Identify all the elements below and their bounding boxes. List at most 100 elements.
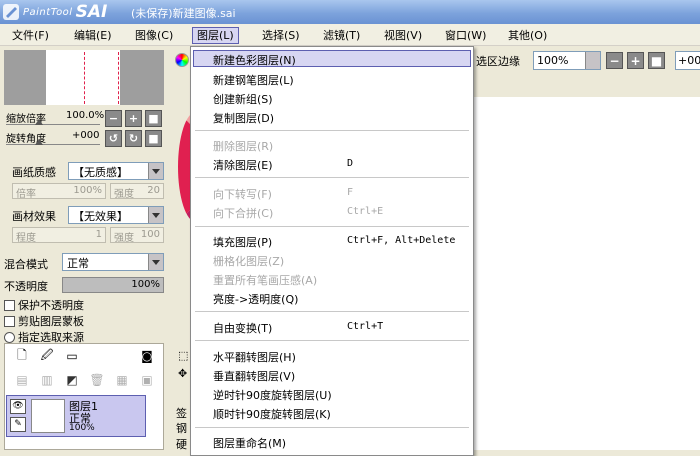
eye-icon[interactable]: 👁 [10, 399, 26, 414]
chevron-down-icon[interactable] [585, 52, 600, 69]
plus-icon: + [630, 53, 641, 68]
checkbox-box[interactable] [4, 299, 15, 311]
menu-luminance-to-transparency[interactable]: 亮度->透明度(Q) [213, 291, 298, 307]
chevron-down-icon[interactable] [148, 207, 163, 223]
menu-separator [195, 130, 469, 131]
menu-fill-layer[interactable]: 填充图层(P) [213, 234, 272, 250]
strength2-field: 强度 100 [110, 227, 164, 244]
color-wheel-icon[interactable] [175, 53, 189, 67]
menu-window[interactable]: 窗口(W) [441, 27, 490, 44]
degree-label: 程度 [16, 233, 36, 244]
magnification-value: 100% [73, 185, 102, 196]
menu-separator [195, 311, 469, 312]
menu-rotate-ccw[interactable]: 逆时针90度旋转图层(U) [213, 387, 332, 403]
preserve-opacity-checkbox[interactable]: 保护不透明度 [4, 297, 84, 313]
app-logo: PaintTool SAI [2, 2, 128, 22]
rotate-left-button[interactable]: ↺ [105, 130, 122, 147]
blend-mode-value: 正常 [67, 257, 89, 270]
menu-rename-layer[interactable]: 图层重命名(M) [213, 435, 286, 451]
strength-label: 强度 [114, 189, 134, 200]
square-icon: ■ [148, 132, 159, 145]
angle-input[interactable]: +000 [675, 51, 700, 70]
opacity-slider[interactable]: 100% [62, 277, 164, 293]
rotate-right-icon: ↻ [128, 132, 139, 145]
menu-filter[interactable]: 滤镜(T) [319, 27, 364, 44]
menu-layer[interactable]: 图层(L) [192, 27, 239, 44]
zoom-value: 100.0% [66, 110, 105, 121]
selection-tool-icon[interactable]: ⬚ [178, 349, 188, 362]
menu-duplicate-layer[interactable]: 复制图层(D) [213, 110, 274, 126]
menu-new-pen-layer[interactable]: 新建钢笔图层(L) [213, 72, 294, 88]
navigator-page [46, 50, 120, 105]
menu-other[interactable]: 其他(O) [504, 27, 551, 44]
checkbox-box[interactable] [4, 315, 15, 327]
menu-free-transform[interactable]: 自由变换(T) [213, 320, 272, 336]
zoom-slider-thumb[interactable] [35, 119, 43, 125]
menu-separator [195, 177, 469, 178]
clipping-group-label: 剪贴图层蒙板 [18, 315, 84, 328]
strength-value: 20 [147, 185, 160, 196]
chevron-down-icon[interactable] [148, 163, 163, 179]
menu-flip-horizontal[interactable]: 水平翻转图层(H) [213, 349, 296, 365]
blend-mode-label: 混合模式 [4, 258, 48, 271]
transfer-down-icon[interactable]: ▤ [14, 372, 30, 388]
menu-clear-layer-shortcut: D [347, 158, 354, 169]
pen-icon[interactable]: ✎ [10, 417, 26, 432]
rotate-right-button[interactable]: ↻ [125, 130, 142, 147]
new-layer-icon[interactable]: 🗋 [14, 348, 30, 364]
rotate-left-icon: ↺ [108, 132, 119, 145]
paper-texture-select[interactable]: 【无质感】 [68, 162, 164, 180]
square-icon: ■ [650, 53, 663, 68]
layer-mask-icon[interactable]: ◙ [139, 348, 155, 364]
rotate-reset-button[interactable]: ■ [145, 130, 162, 147]
rotate-slider[interactable] [6, 144, 100, 145]
menu-merge-down[interactable]: 向下合拼(C) [213, 205, 273, 221]
flatten-icon[interactable]: ▣ [139, 372, 155, 388]
new-pen-layer-icon[interactable]: 🖉 [39, 348, 55, 364]
menu-select[interactable]: 选择(S) [258, 27, 304, 44]
menu-bar: 文件(F) 编辑(E) 图像(C) 图层(L) 选择(S) 滤镜(T) 视图(V… [0, 24, 700, 46]
layer-row[interactable]: 👁 ✎ 图层1 正常 100% [6, 395, 146, 437]
menu-rasterize-layer[interactable]: 栅格化图层(Z) [213, 253, 284, 269]
paper-texture-label: 画纸质感 [12, 166, 56, 179]
clipping-group-checkbox[interactable]: 剪贴图层蒙板 [4, 313, 84, 329]
zoom-out-button[interactable]: − [606, 52, 623, 69]
menu-image[interactable]: 图像(C) [131, 27, 177, 44]
menu-flip-vertical[interactable]: 垂直翻转图层(V) [213, 368, 295, 384]
delete-layer-icon[interactable]: 🗑 [89, 372, 105, 388]
clear-layer-icon[interactable]: ◩ [64, 372, 80, 388]
plus-icon: + [128, 112, 139, 125]
menu-file[interactable]: 文件(F) [8, 27, 53, 44]
menu-separator [195, 427, 469, 428]
menu-transfer-down[interactable]: 向下转写(F) [213, 186, 272, 202]
zoom-in-button[interactable]: + [627, 52, 644, 69]
nav-zoom-out-button[interactable]: − [105, 110, 122, 127]
chevron-down-icon[interactable] [148, 254, 163, 270]
menu-clear-layer[interactable]: 清除图层(E) [213, 157, 273, 173]
menu-reset-pressure[interactable]: 重置所有笔画压感(A) [213, 272, 317, 288]
material-effect-select[interactable]: 【无效果】 [68, 206, 164, 224]
radio-circle[interactable] [4, 331, 15, 343]
menu-rotate-cw[interactable]: 顺时针90度旋转图层(K) [213, 406, 331, 422]
merge-visible-icon[interactable]: ▦ [114, 372, 130, 388]
merge-down-icon[interactable]: ▥ [39, 372, 55, 388]
new-folder-icon[interactable]: ▭ [64, 348, 80, 364]
magnification-label: 倍率 [16, 189, 36, 200]
menu-delete-layer[interactable]: 删除图层(R) [213, 138, 273, 154]
minus-icon: − [108, 112, 119, 125]
menu-view[interactable]: 视图(V) [380, 27, 426, 44]
zoom-select[interactable]: 100% [533, 51, 601, 70]
menu-edit[interactable]: 编辑(E) [70, 27, 116, 44]
nav-zoom-in-button[interactable]: + [125, 110, 142, 127]
zoom-reset-button[interactable]: ■ [648, 52, 665, 69]
opacity-label: 不透明度 [4, 280, 48, 293]
zoom-slider[interactable] [6, 124, 100, 125]
menu-new-group[interactable]: 创建新组(S) [213, 91, 273, 107]
rotate-slider-thumb[interactable] [35, 139, 43, 145]
blend-mode-select[interactable]: 正常 [62, 253, 164, 271]
canvas-area[interactable] [473, 73, 700, 450]
move-tool-icon[interactable]: ✥ [178, 367, 187, 380]
menu-transfer-down-shortcut: F [347, 187, 354, 198]
menu-new-color-layer[interactable]: 新建色彩图层(N) [213, 52, 296, 68]
nav-zoom-reset-button[interactable]: ■ [145, 110, 162, 127]
